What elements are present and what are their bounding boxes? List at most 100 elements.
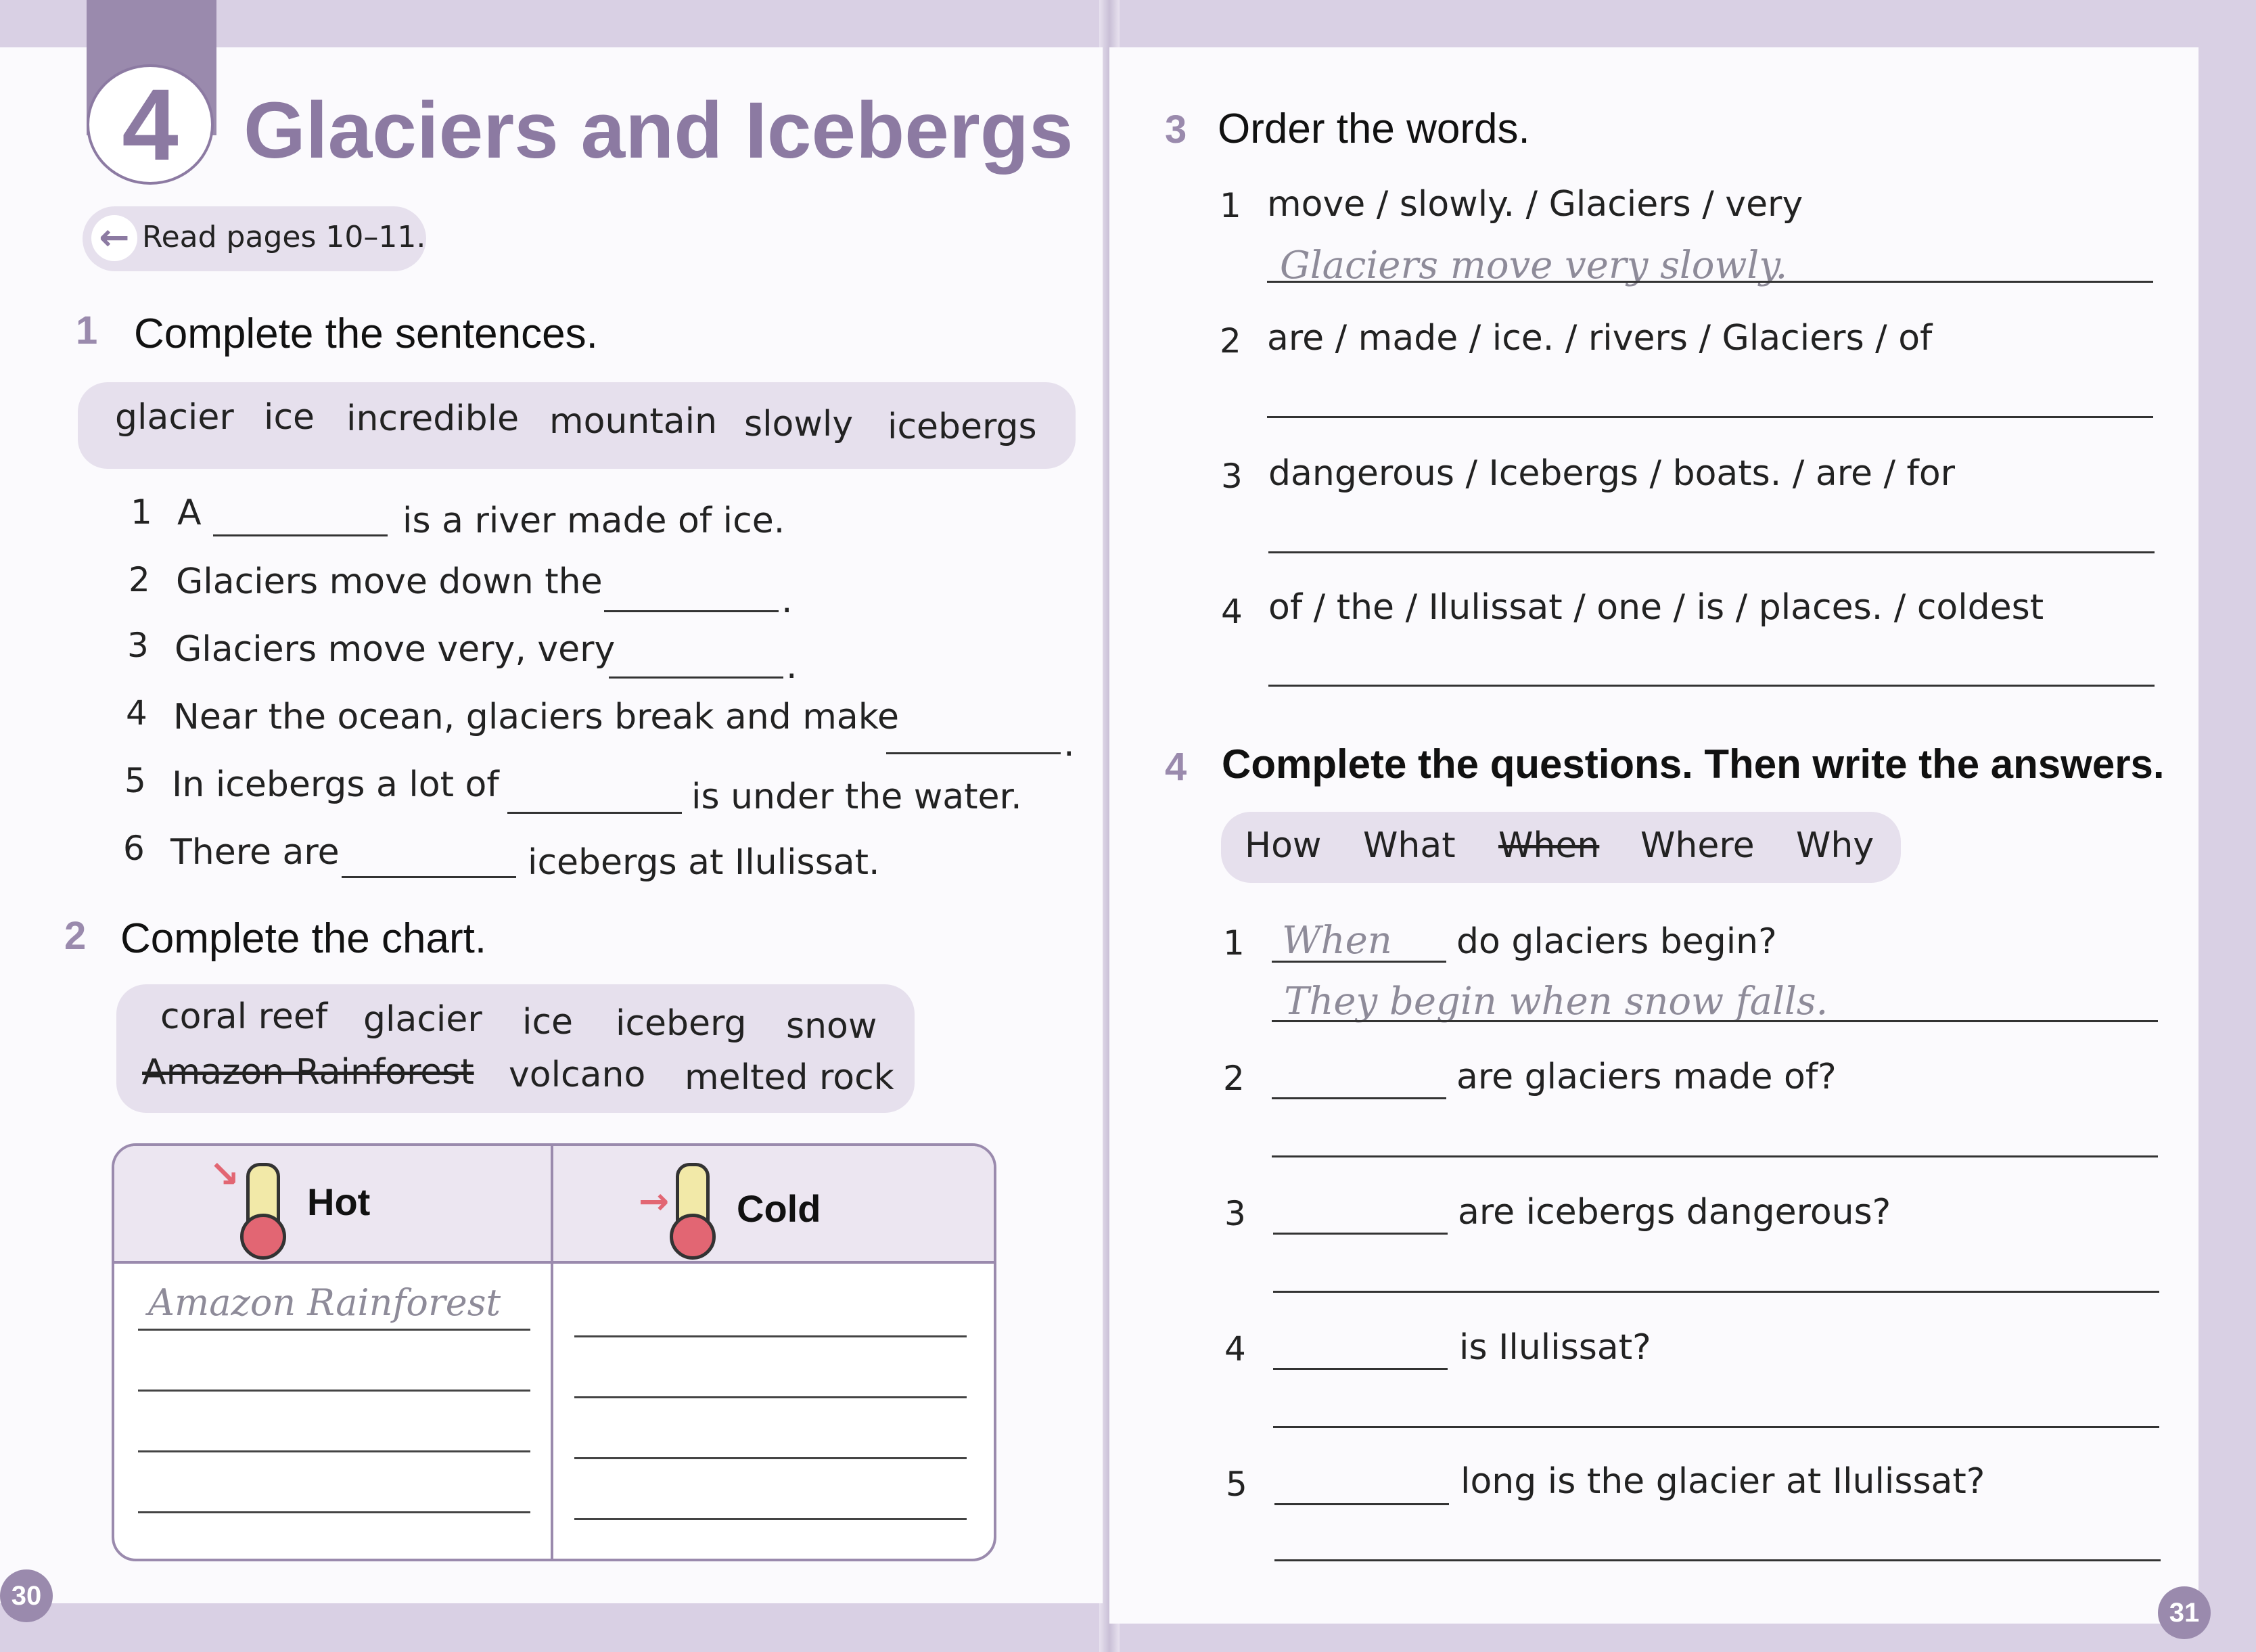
exercise-2-word-bank: coral reef glacier ice iceberg snow Amaz… — [116, 984, 915, 1113]
answer-line[interactable] — [1268, 551, 2155, 553]
sentence-start: There are — [170, 832, 340, 873]
hot-answer-line[interactable] — [138, 1390, 530, 1392]
item-number: 6 — [123, 829, 145, 868]
word-bank-item-crossed: Amazon Rainforest — [142, 1052, 474, 1093]
sentence-end: icebergs at Ilulissat. — [528, 842, 880, 883]
question-word-blank[interactable] — [1272, 961, 1446, 963]
word-bank-item: What — [1363, 825, 1456, 866]
arrow-left-icon: ← — [91, 215, 137, 261]
item-number: 4 — [1221, 592, 1243, 631]
question-word-blank[interactable] — [1274, 1503, 1449, 1505]
word-bank-item: icebergs — [888, 407, 1037, 447]
pink-arrow-icon: → — [639, 1180, 670, 1222]
answer-line[interactable] — [1273, 1426, 2159, 1428]
question-text: long is the glacier at Ilulissat? — [1460, 1461, 1985, 1502]
word-bank-item: coral reef — [160, 996, 328, 1037]
sentence-end: is a river made of ice. — [402, 501, 785, 541]
word-bank-item: glacier — [363, 999, 482, 1040]
question-text: is Ilulissat? — [1459, 1327, 1651, 1368]
word-bank-item-crossed: When — [1498, 825, 1600, 866]
answer-blank[interactable] — [342, 876, 516, 878]
word-bank-item: ice — [522, 1002, 574, 1042]
answer-line[interactable] — [1267, 281, 2153, 283]
word-bank-item: ice — [264, 397, 315, 438]
answer-blank[interactable] — [886, 752, 1061, 754]
word-bank-item: How — [1245, 825, 1322, 866]
item-number: 4 — [1224, 1329, 1246, 1369]
answer-line[interactable] — [1272, 1020, 2158, 1022]
sentence-end: is under the water. — [691, 777, 1022, 817]
answer-blank[interactable] — [507, 812, 682, 814]
unit-number: 4 — [87, 64, 214, 185]
answer-blank[interactable] — [609, 676, 783, 679]
hot-answer-line[interactable] — [138, 1511, 530, 1513]
sentence-end: . — [781, 580, 793, 621]
item-number: 2 — [1223, 1059, 1245, 1098]
sentence-start: Near the ocean, glaciers break and make — [173, 697, 900, 737]
chart-hot-label: Hot — [307, 1180, 371, 1223]
scrambled-words: dangerous / Icebergs / boats. / are / fo… — [1268, 453, 1956, 494]
answer-blank[interactable] — [604, 610, 779, 612]
hot-cold-chart: ↘ Hot → Cold Amazon Rainforest — [112, 1143, 996, 1561]
answer-line[interactable] — [1272, 1155, 2158, 1157]
chart-column-divider — [551, 1146, 553, 1559]
cold-answer-line[interactable] — [574, 1396, 967, 1398]
page-number-left: 30 — [0, 1569, 53, 1622]
unit-title: Glaciers and Icebergs — [244, 86, 1074, 175]
question-word-blank[interactable] — [1272, 1097, 1446, 1099]
scrambled-words: move / slowly. / Glaciers / very — [1267, 184, 1803, 225]
cold-answer-line[interactable] — [574, 1457, 967, 1459]
item-number: 3 — [1224, 1194, 1246, 1233]
item-number: 2 — [129, 560, 150, 599]
sentence-end: . — [1063, 724, 1075, 764]
word-bank-item: mountain — [549, 401, 718, 442]
answer-line[interactable] — [1267, 416, 2153, 418]
item-number: 3 — [127, 626, 149, 665]
question-word-blank[interactable] — [1273, 1233, 1448, 1235]
sentence-end: . — [786, 646, 798, 687]
scrambled-words: of / the / Ilulissat / one / is / places… — [1268, 587, 2044, 628]
sentence-start: A — [177, 492, 202, 533]
item-number: 1 — [131, 492, 152, 532]
cold-answer-line[interactable] — [574, 1518, 967, 1520]
exercise-3-number: 3 — [1165, 108, 1187, 152]
thermometer-bulb-icon — [240, 1214, 286, 1260]
exercise-2-instruction: Complete the chart. — [120, 915, 487, 962]
word-bank-item: glacier — [115, 397, 234, 438]
pink-arrow-icon: ↘ — [209, 1153, 240, 1195]
chart-cold-label: Cold — [737, 1187, 821, 1230]
exercise-4-number: 4 — [1165, 745, 1187, 789]
answer-blank[interactable] — [213, 534, 388, 536]
answer-line[interactable] — [1274, 1559, 2161, 1561]
item-number: 5 — [1226, 1465, 1247, 1504]
page-number-right: 31 — [2158, 1586, 2211, 1639]
word-bank-item: slowly — [744, 404, 854, 444]
exercise-1-word-bank: glacier ice incredible mountain slowly i… — [78, 382, 1076, 469]
exercise-4-instruction: Complete the questions. Then write the a… — [1222, 741, 2165, 787]
word-bank-item: volcano — [509, 1055, 646, 1095]
question-word-blank[interactable] — [1273, 1368, 1448, 1370]
cold-answer-line[interactable] — [574, 1335, 967, 1337]
item-number: 1 — [1223, 923, 1245, 963]
hot-answer-line[interactable] — [138, 1329, 530, 1331]
handwritten-answer: They begin when snow falls. — [1284, 980, 1828, 1024]
exercise-1-number: 1 — [76, 308, 98, 352]
word-bank-item: incredible — [346, 398, 520, 439]
answer-line[interactable] — [1268, 685, 2155, 687]
thermometer-bulb-icon — [670, 1214, 716, 1260]
scrambled-words: are / made / ice. / rivers / Glaciers / … — [1267, 318, 1933, 359]
answer-line[interactable] — [1273, 1291, 2159, 1293]
read-pages-note: Read pages 10–11. — [142, 220, 426, 254]
question-text: are glaciers made of? — [1456, 1057, 1837, 1097]
sentence-start: Glaciers move very, very — [175, 629, 616, 670]
word-bank-item: snow — [786, 1006, 877, 1047]
word-bank-item: melted rock — [685, 1057, 894, 1098]
word-bank-item: iceberg — [616, 1003, 747, 1044]
item-number: 3 — [1221, 457, 1243, 496]
handwritten-answer: Amazon Rainforest — [148, 1281, 501, 1324]
exercise-1-instruction: Complete the sentences. — [134, 311, 598, 357]
item-number: 5 — [124, 761, 146, 800]
exercise-3-instruction: Order the words. — [1218, 106, 1530, 152]
hot-answer-line[interactable] — [138, 1450, 530, 1452]
exercise-2-number: 2 — [64, 914, 87, 958]
